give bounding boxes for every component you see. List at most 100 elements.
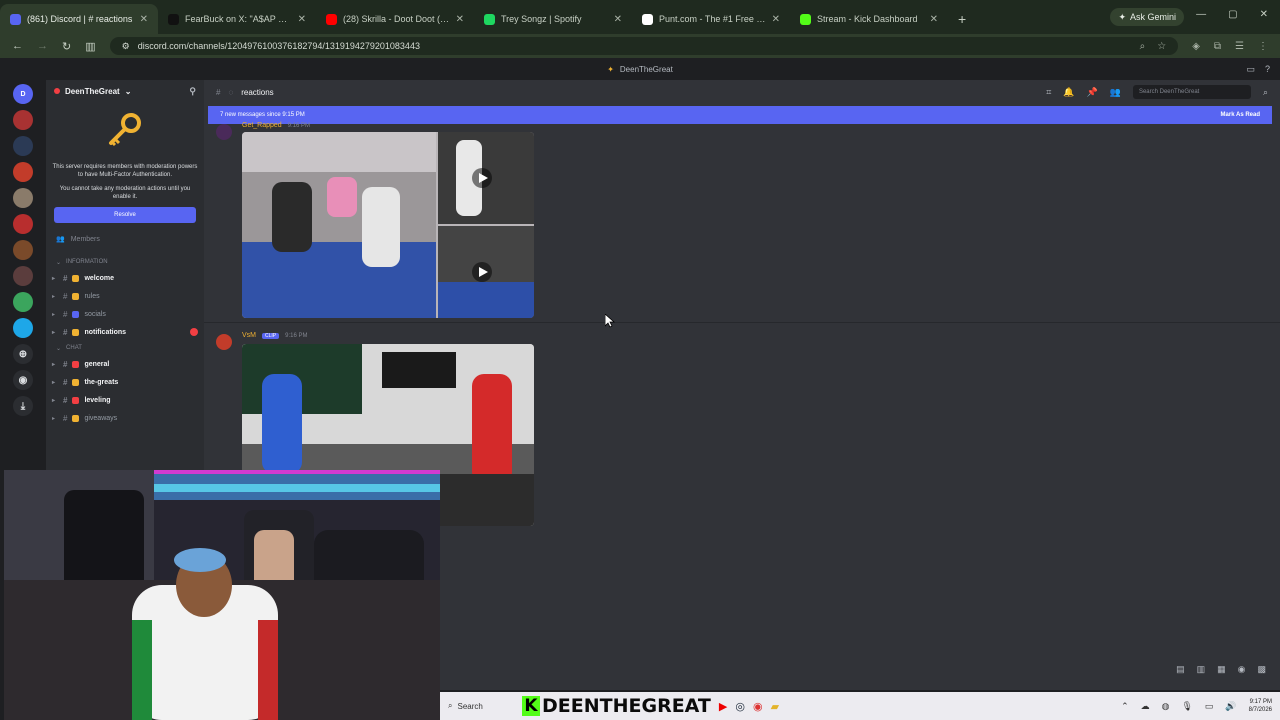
- threads-icon[interactable]: ⌗: [1046, 87, 1051, 98]
- help-icon[interactable]: ?: [1265, 64, 1270, 75]
- search-icon[interactable]: ⌕: [1263, 87, 1268, 98]
- minimize-icon[interactable]: —: [1196, 9, 1206, 20]
- channel-item[interactable]: ▸ # leveling: [46, 391, 204, 409]
- server-icon[interactable]: [13, 214, 33, 234]
- channel-item[interactable]: ▸ # notifications: [46, 323, 204, 341]
- download-icon[interactable]: ⤓: [13, 396, 33, 416]
- youtube-icon[interactable]: ▶: [719, 700, 727, 713]
- guild-header[interactable]: DeenTheGreat ⌄ ⚲: [46, 80, 204, 102]
- message-author[interactable]: Get_Rapped: [242, 122, 282, 129]
- volume-icon[interactable]: 🔊: [1225, 701, 1236, 712]
- tab-favicon-icon: [800, 13, 811, 25]
- taskbar-search[interactable]: ⌕ Search: [448, 701, 514, 711]
- profile-icon[interactable]: ☰: [1235, 41, 1244, 52]
- mark-as-read-button[interactable]: Mark As Read: [1221, 112, 1260, 118]
- message-header: Get_Rapped 9:16 PM: [242, 122, 310, 129]
- browser-tab[interactable]: (28) Skrilla - Doot Doot (6 7) (... ✕: [316, 4, 474, 34]
- close-tab-icon[interactable]: ✕: [456, 14, 464, 25]
- grid-icon[interactable]: ▩: [1257, 664, 1266, 675]
- close-tab-icon[interactable]: ✕: [614, 14, 622, 25]
- server-icon[interactable]: [13, 110, 33, 130]
- channel-category[interactable]: ⌄ CHAT: [46, 341, 204, 355]
- channel-item[interactable]: ▸ # socials: [46, 305, 204, 323]
- layout-icon[interactable]: ▤: [1176, 664, 1185, 675]
- url-text: discord.com/channels/1204976100376182794…: [137, 41, 420, 51]
- discord-home-icon[interactable]: D: [13, 84, 33, 104]
- members-row[interactable]: 👥 Members: [46, 235, 204, 244]
- video-attachment[interactable]: [242, 132, 534, 318]
- close-tab-icon[interactable]: ✕: [140, 14, 148, 25]
- cloud-icon[interactable]: ☁: [1141, 701, 1150, 712]
- chevron-right-icon: ▸: [52, 293, 56, 300]
- discover-icon[interactable]: ◉: [13, 370, 33, 390]
- clock[interactable]: 9:17 PM 8/7/2026: [1249, 698, 1272, 714]
- chevron-up-icon[interactable]: ⌃: [1121, 701, 1129, 712]
- channel-emoji-icon: [72, 292, 80, 300]
- mic-icon[interactable]: 🎙: [1181, 701, 1192, 712]
- add-server-icon[interactable]: ⊕: [13, 344, 33, 364]
- channel-item[interactable]: ▸ # general: [46, 355, 204, 373]
- browser-tab[interactable]: (861) Discord | # reactions ✕: [0, 4, 158, 34]
- pin-icon[interactable]: 📌: [1087, 87, 1098, 98]
- channel-item[interactable]: ▸ # the-greats: [46, 373, 204, 391]
- server-icon[interactable]: [13, 318, 33, 338]
- avatar[interactable]: [216, 124, 232, 140]
- bookmark-star-icon[interactable]: ☆: [1157, 41, 1166, 52]
- channel-label: general: [84, 360, 110, 368]
- url-field[interactable]: ⚙ discord.com/channels/12049761003761827…: [109, 37, 1179, 55]
- server-icon[interactable]: [13, 240, 33, 260]
- message-author[interactable]: VsM: [242, 332, 256, 339]
- layout-icon[interactable]: ▦: [1217, 664, 1226, 675]
- hash-icon: #: [63, 395, 68, 405]
- extension-icon[interactable]: ◈: [1192, 41, 1200, 52]
- hash-icon: #: [63, 413, 68, 423]
- channel-emoji-icon: [72, 414, 80, 422]
- chevron-right-icon: ▸: [52, 361, 56, 368]
- layout-icon[interactable]: ▥: [1197, 664, 1206, 675]
- unread-badge: [190, 328, 198, 336]
- close-window-icon[interactable]: ✕: [1260, 9, 1268, 20]
- close-tab-icon[interactable]: ✕: [930, 14, 938, 25]
- avatar[interactable]: [216, 334, 232, 350]
- new-tab-button[interactable]: +: [948, 4, 976, 34]
- member-list-icon[interactable]: 👥: [1110, 87, 1121, 98]
- inbox-icon[interactable]: ▭: [1246, 64, 1255, 75]
- file-explorer-icon[interactable]: ▰: [771, 700, 779, 713]
- forward-icon[interactable]: →: [37, 40, 48, 52]
- server-icon[interactable]: [13, 162, 33, 182]
- add-member-icon[interactable]: ⚲: [189, 86, 196, 97]
- extensions-puzzle-icon[interactable]: ⧉: [1214, 41, 1221, 52]
- channel-item[interactable]: ▸ # giveaways: [46, 409, 204, 427]
- server-icon[interactable]: [13, 136, 33, 156]
- back-icon[interactable]: ←: [12, 40, 23, 52]
- reload-icon[interactable]: ↻: [62, 40, 71, 53]
- settings-icon[interactable]: ◉: [1238, 664, 1246, 675]
- search-input[interactable]: Search DeenTheGreat: [1132, 85, 1251, 99]
- server-icon[interactable]: [13, 188, 33, 208]
- browser-tab[interactable]: Trey Songz | Spotify ✕: [474, 4, 632, 34]
- site-info-icon[interactable]: ⚙: [122, 41, 130, 52]
- browser-tab[interactable]: Punt.com - The #1 Free to Play ... ✕: [632, 4, 790, 34]
- channel-category[interactable]: ⌄ INFORMATION: [46, 255, 204, 269]
- network-icon[interactable]: ◍: [1162, 701, 1170, 712]
- new-messages-bar[interactable]: 7 new messages since 9:15 PM Mark As Rea…: [208, 106, 1272, 124]
- display-icon[interactable]: ▭: [1205, 701, 1214, 712]
- notification-bell-icon[interactable]: 🔔: [1063, 87, 1074, 98]
- browser-tab[interactable]: Stream - Kick Dashboard ✕: [790, 4, 948, 34]
- browser-tab[interactable]: FearBuck on X: "A$AP Rocky g... ✕: [158, 4, 316, 34]
- steam-icon[interactable]: ◎: [735, 700, 745, 713]
- server-icon[interactable]: [13, 292, 33, 312]
- resolve-button[interactable]: Resolve: [54, 207, 196, 223]
- app-icon[interactable]: ◉: [753, 700, 763, 713]
- menu-icon[interactable]: ⋮: [1258, 41, 1268, 52]
- channel-item[interactable]: ▸ # rules: [46, 287, 204, 305]
- close-tab-icon[interactable]: ✕: [298, 14, 306, 25]
- channel-item[interactable]: ▸ # welcome: [46, 269, 204, 287]
- zoom-icon[interactable]: ⌕: [1140, 41, 1146, 52]
- sidebar-toggle-icon[interactable]: ▥: [85, 40, 95, 53]
- mouse-cursor-icon: [605, 314, 615, 328]
- server-icon[interactable]: [13, 266, 33, 286]
- close-tab-icon[interactable]: ✕: [772, 14, 780, 25]
- ask-gemini-button[interactable]: ✦ Ask Gemini: [1110, 8, 1184, 26]
- maximize-icon[interactable]: ▢: [1228, 9, 1237, 20]
